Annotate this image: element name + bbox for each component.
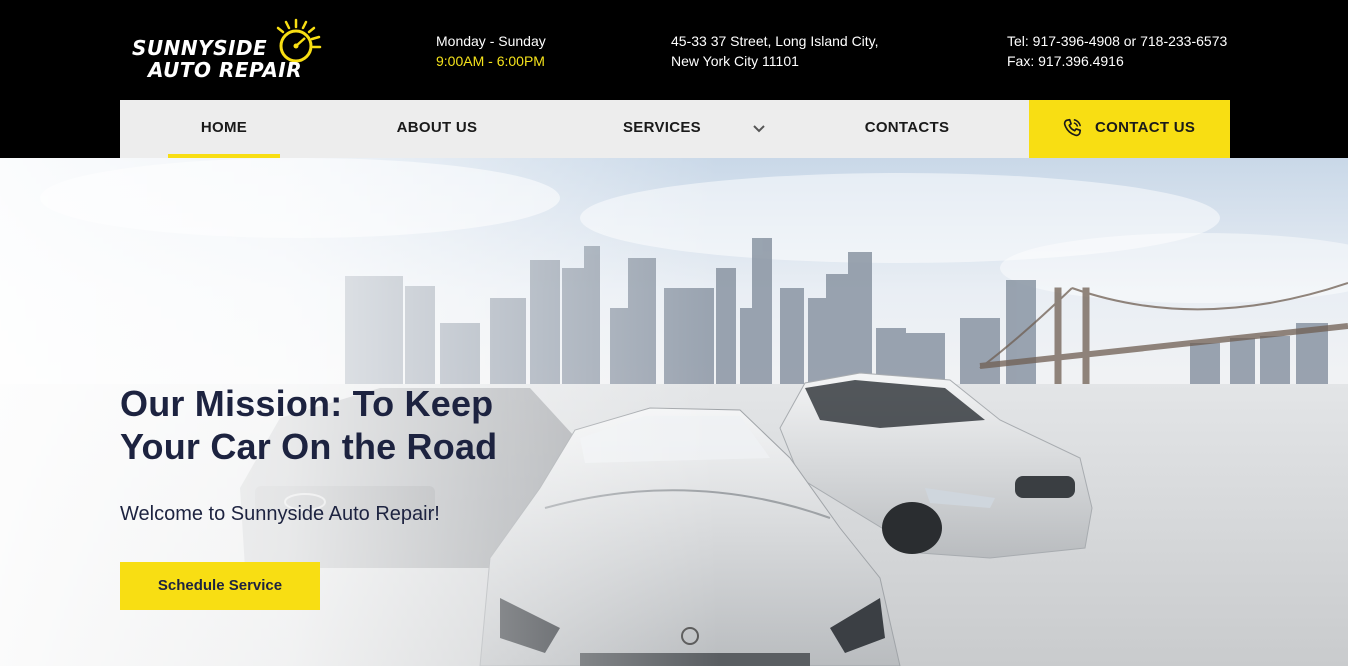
schedule-service-button[interactable]: Schedule Service	[120, 562, 320, 610]
address-line1: 45-33 37 Street, Long Island City,	[671, 33, 879, 49]
logo-text-line1: Sunnyside	[132, 36, 268, 60]
nav-contacts[interactable]: CONTACTS	[854, 100, 960, 158]
business-hours: Monday - Sunday 9:00AM - 6:00PM	[436, 31, 546, 71]
nav-about-us[interactable]: ABOUT US	[380, 100, 494, 158]
fax-number: Fax: 917.396.4916	[1007, 53, 1124, 69]
contact-us-label: CONTACT US	[1095, 119, 1196, 136]
site-header: Sunnyside Auto Repair Monday - Sunday 9:…	[0, 0, 1348, 158]
address: 45-33 37 Street, Long Island City, New Y…	[671, 31, 879, 71]
contact-us-button[interactable]: CONTACT US	[1029, 100, 1230, 158]
nav-services[interactable]: SERVICES	[610, 100, 714, 158]
hours-time: 9:00AM - 6:00PM	[436, 53, 545, 69]
phone-icon	[1063, 118, 1082, 137]
hero-subtitle: Welcome to Sunnyside Auto Repair!	[120, 503, 440, 525]
hours-days: Monday - Sunday	[436, 33, 546, 49]
nav-home[interactable]: HOME	[168, 100, 280, 158]
phone-info: Tel: 917-396-4908 or 718-233-6573 Fax: 9…	[1007, 31, 1227, 71]
hero-title: Our Mission: To Keep Your Car On the Roa…	[120, 383, 498, 467]
address-line2: New York City 11101	[671, 53, 799, 69]
logo-text-line2: Auto Repair	[148, 58, 303, 82]
phone-numbers[interactable]: Tel: 917-396-4908 or 718-233-6573	[1007, 31, 1227, 51]
main-nav: HOME ABOUT US SERVICES CONTACTS CONTACT …	[120, 100, 1230, 158]
hero-section: Our Mission: To Keep Your Car On the Roa…	[0, 158, 1348, 666]
chevron-down-icon[interactable]	[752, 122, 766, 136]
site-logo[interactable]: Sunnyside Auto Repair	[128, 16, 328, 82]
